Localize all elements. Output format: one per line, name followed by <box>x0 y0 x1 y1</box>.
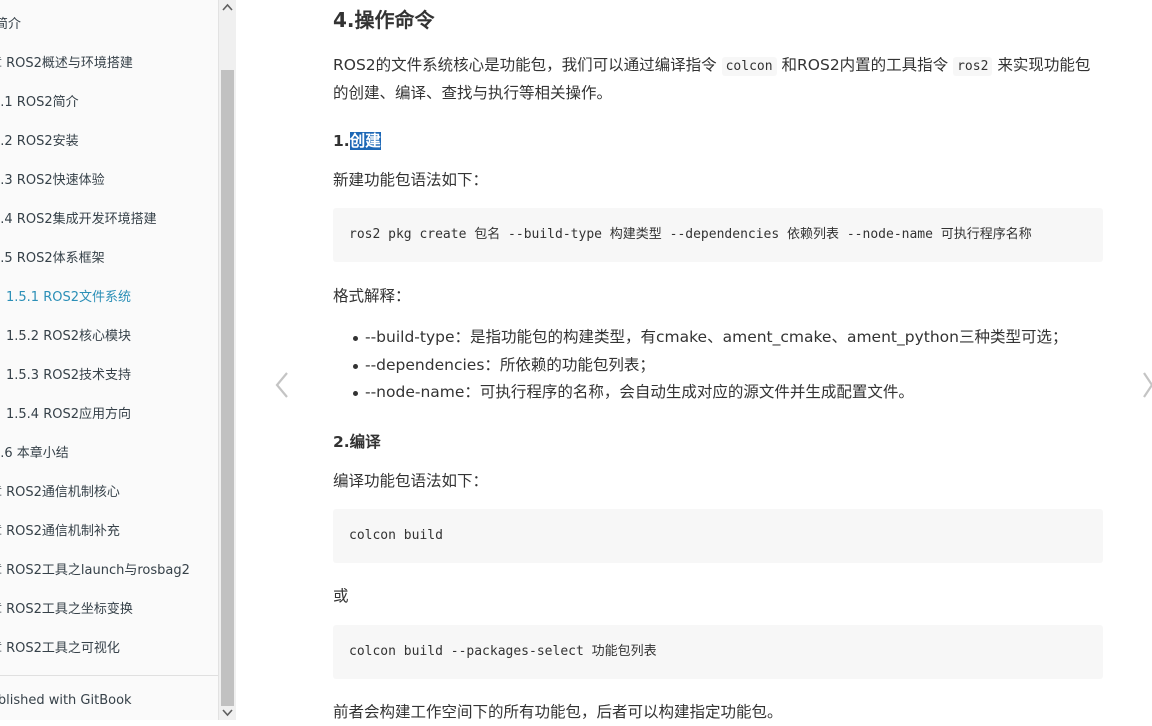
intro-paragraph: ROS2的文件系统核心是功能包，我们可以通过编译指令 colcon 和ROS2内… <box>333 56 1091 102</box>
compile-syntax-label: 编译功能包语法如下： <box>333 472 489 490</box>
section-heading: 4.操作命令 <box>333 8 435 32</box>
selected-text[interactable]: 创建 <box>349 132 381 150</box>
gitbook-link[interactable]: Published with GitBook <box>0 693 132 708</box>
sidebar-item-chapter1[interactable]: 章 ROS2概述与环境搭建 <box>0 55 133 73</box>
list-item: --dependencies：所依赖的功能包列表； <box>333 352 1103 380</box>
format-label: 格式解释： <box>333 287 411 305</box>
create-code-block[interactable]: ros2 pkg create 包名 --build-type 构建类型 --d… <box>333 208 1103 262</box>
chevron-right-icon[interactable] <box>1142 368 1152 408</box>
sidebar-scrollbar[interactable] <box>218 0 236 720</box>
sidebar-item-1-5[interactable]: 1.5 ROS2体系框架 <box>0 250 105 268</box>
sidebar-divider <box>0 675 218 676</box>
sidebar-item-chapter6[interactable]: 章 ROS2工具之可视化 <box>0 640 120 658</box>
or-label: 或 <box>333 587 349 605</box>
sidebar-item-chapter4[interactable]: 章 ROS2工具之launch与rosbag2 <box>0 562 190 580</box>
create-heading: 1.创建 <box>333 132 381 150</box>
sidebar-item-intro[interactable]: 简介 <box>0 16 21 34</box>
sidebar-item-chapter3[interactable]: 章 ROS2通信机制补充 <box>0 523 120 541</box>
scroll-down-icon[interactable] <box>219 704 236 720</box>
compile-code-block[interactable]: colcon build <box>333 509 1103 563</box>
list-item: --node-name：可执行程序的名称，会自动生成对应的源文件并生成配置文件。 <box>333 379 1103 407</box>
sidebar-item-1-4[interactable]: 1.4 ROS2集成开发环境搭建 <box>0 211 157 229</box>
sidebar-item-1-5-4[interactable]: 1.5.4 ROS2应用方向 <box>6 406 131 424</box>
inline-code-colcon: colcon <box>721 57 777 76</box>
inline-code-ros2: ros2 <box>953 57 993 76</box>
compile-heading: 2.编译 <box>333 433 381 451</box>
sidebar-item-chapter2[interactable]: 章 ROS2通信机制核心 <box>0 484 120 502</box>
create-syntax-label: 新建功能包语法如下： <box>333 171 489 189</box>
compile-select-code-block[interactable]: colcon build --packages-select 功能包列表 <box>333 625 1103 679</box>
sidebar: 简介 章 ROS2概述与环境搭建 1.1 ROS2简介 1.2 ROS2安装 1… <box>0 0 219 720</box>
sidebar-item-1-1[interactable]: 1.1 ROS2简介 <box>0 94 79 112</box>
sidebar-item-1-5-3[interactable]: 1.5.3 ROS2技术支持 <box>6 367 131 385</box>
list-item: --build-type：是指功能包的构建类型，有cmake、ament_cma… <box>333 324 1103 352</box>
chevron-left-icon[interactable] <box>272 368 292 408</box>
sidebar-item-1-2[interactable]: 1.2 ROS2安装 <box>0 133 79 151</box>
sidebar-item-chapter5[interactable]: 章 ROS2工具之坐标变换 <box>0 601 133 619</box>
scroll-up-icon[interactable] <box>219 0 236 16</box>
compile-note: 前者会构建工作空间下的所有功能包，后者可以构建指定功能包。 <box>333 703 783 721</box>
format-list: --build-type：是指功能包的构建类型，有cmake、ament_cma… <box>333 324 1103 407</box>
sidebar-item-1-6[interactable]: 1.6 本章小结 <box>0 445 69 463</box>
scroll-thumb[interactable] <box>221 70 234 706</box>
sidebar-item-1-5-1[interactable]: 1.5.1 ROS2文件系统 <box>6 289 131 307</box>
sidebar-item-1-5-2[interactable]: 1.5.2 ROS2核心模块 <box>6 328 131 346</box>
sidebar-item-1-3[interactable]: 1.3 ROS2快速体验 <box>0 172 105 190</box>
